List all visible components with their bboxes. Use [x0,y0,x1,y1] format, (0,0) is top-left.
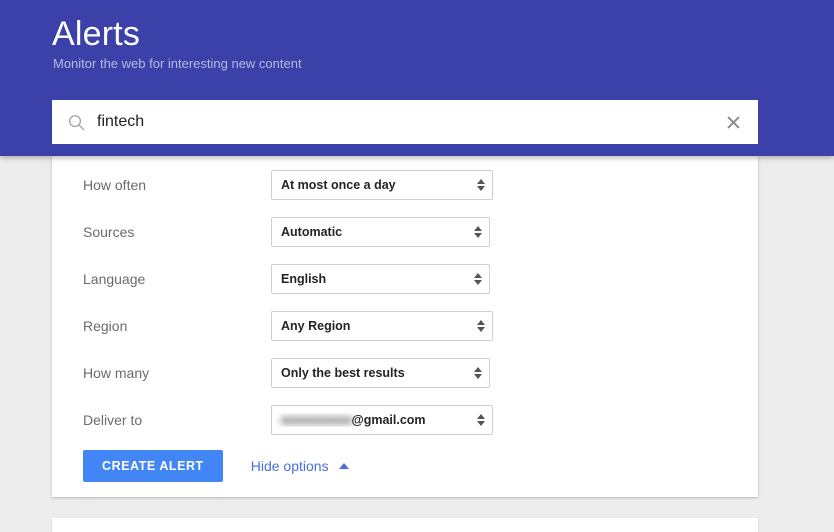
app-header: Alerts Monitor the web for interesting n… [0,0,834,156]
google-alerts-page: Alerts Monitor the web for interesting n… [0,0,834,532]
search-box[interactable] [52,100,758,144]
option-row-language: Language English [52,264,758,294]
next-card-peek [52,518,758,532]
option-label-sources: Sources [83,224,134,240]
select-spinner-icon [470,405,492,435]
redacted-email-user: xxxxxxxxxx [281,413,353,427]
close-icon[interactable] [722,111,744,133]
hide-options-label: Hide options [251,458,329,474]
language-select[interactable]: English [271,264,490,294]
create-alert-button[interactable]: CREATE ALERT [83,450,223,482]
hide-options-link[interactable]: Hide options [251,458,349,474]
option-label-how-many: How many [83,365,149,381]
option-row-how-many: How many Only the best results [52,358,758,388]
option-label-deliver-to: Deliver to [83,412,142,428]
option-row-deliver-to: Deliver to xxxxxxxxxx@gmail.com [52,405,758,435]
page-title: Alerts [52,13,140,55]
sources-value: Automatic [272,225,467,239]
deliver-to-select[interactable]: xxxxxxxxxx@gmail.com [271,405,493,435]
deliver-to-value: xxxxxxxxxx@gmail.com [272,413,470,427]
sources-select[interactable]: Automatic [271,217,490,247]
option-row-region: Region Any Region [52,311,758,341]
card-actions: CREATE ALERT Hide options [83,450,349,482]
email-domain: @gmail.com [352,413,426,427]
search-icon [68,114,85,131]
how-many-select[interactable]: Only the best results [271,358,490,388]
select-spinner-icon [467,217,489,247]
select-spinner-icon [467,358,489,388]
how-many-value: Only the best results [272,366,467,380]
language-value: English [272,272,467,286]
option-label-language: Language [83,271,145,287]
select-spinner-icon [470,170,492,200]
option-label-region: Region [83,318,127,334]
alert-options-card: How often At most once a day Sources Aut… [52,156,758,497]
select-spinner-icon [467,264,489,294]
region-value: Any Region [272,319,470,333]
option-label-how-often: How often [83,177,146,193]
page-subtitle: Monitor the web for interesting new cont… [53,55,302,73]
select-spinner-icon [470,311,492,341]
option-row-sources: Sources Automatic [52,217,758,247]
how-often-select[interactable]: At most once a day [271,170,493,200]
region-select[interactable]: Any Region [271,311,493,341]
how-often-value: At most once a day [272,178,470,192]
option-row-how-often: How often At most once a day [52,170,758,200]
search-input[interactable] [97,100,722,144]
chevron-up-icon [339,463,349,469]
